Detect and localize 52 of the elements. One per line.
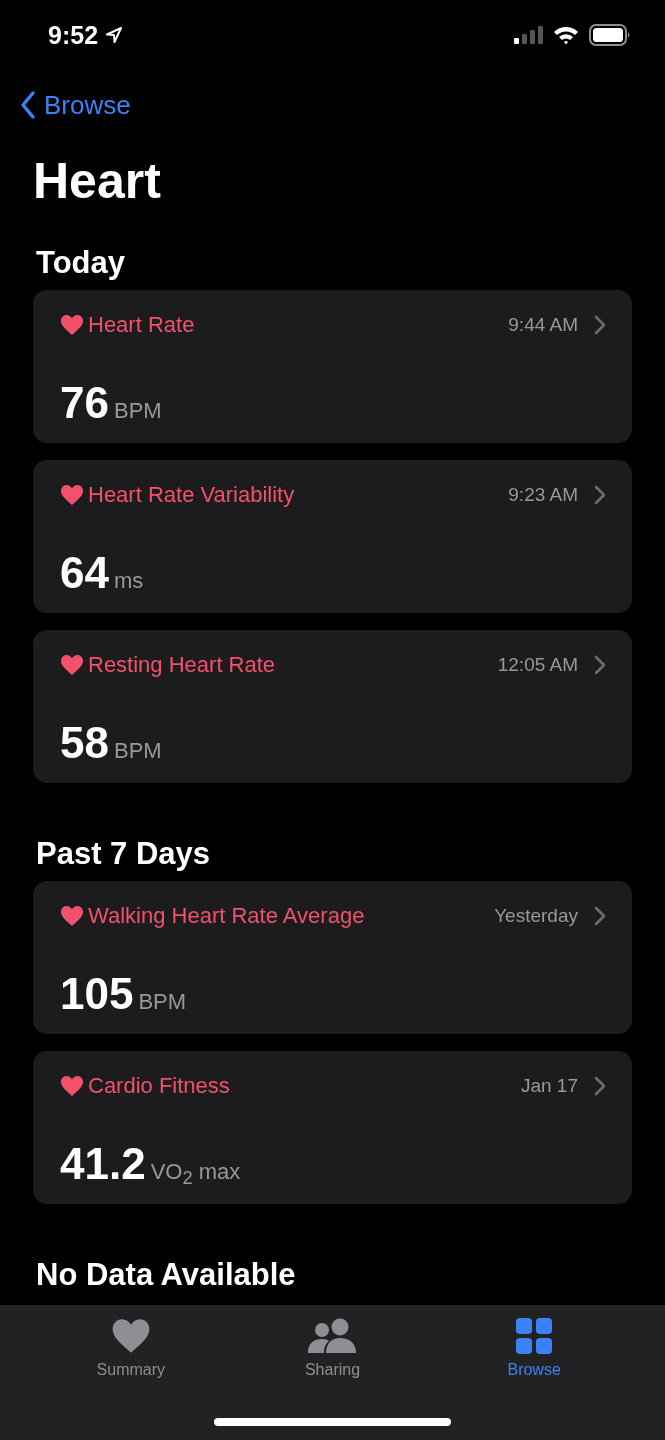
- metric-title: Walking Heart Rate Average: [88, 903, 366, 929]
- metric-time: Jan 17: [520, 1075, 578, 1097]
- section-title: No Data Available: [35, 1256, 297, 1294]
- heart-icon: [110, 1317, 151, 1355]
- metric-value: 41.2: [60, 1139, 146, 1189]
- metric-card[interactable]: Heart Rate 9:44 AM 76 BPM: [33, 290, 632, 443]
- metric-title: Heart Rate: [88, 312, 196, 338]
- location-arrow-icon: [104, 25, 125, 45]
- back-link[interactable]: Browse: [20, 89, 131, 121]
- heart-icon: [60, 654, 84, 676]
- metric-unit: VO$_{2}$ max: [150, 1159, 241, 1190]
- metric-card[interactable]: Heart Rate Variability 9:23 AM 64 ms: [33, 460, 632, 613]
- section-title: Today: [35, 244, 126, 282]
- metric-unit: BPM: [113, 738, 162, 764]
- heart-icon: [60, 905, 84, 927]
- heart-icon: [60, 1075, 84, 1097]
- tab[interactable]: Sharing: [257, 1313, 408, 1383]
- status-time: 9:52: [48, 20, 99, 50]
- heart-icon: [60, 314, 84, 336]
- metric-unit: ms: [113, 568, 144, 594]
- metric-unit: BPM: [113, 398, 162, 424]
- chevron-icon: [594, 655, 606, 675]
- tab[interactable]: Summary: [55, 1313, 206, 1383]
- section-title: Past 7 Days: [35, 835, 212, 873]
- wifi-icon: [553, 25, 579, 45]
- metric-value: 76: [60, 378, 109, 428]
- metric-title: Resting Heart Rate: [88, 652, 277, 678]
- metric-time: Yesterday: [494, 905, 578, 927]
- tab[interactable]: Browse: [459, 1313, 610, 1383]
- metric-time: 12:05 AM: [497, 654, 578, 676]
- heart-icon: [60, 484, 84, 506]
- people-icon: [306, 1317, 359, 1355]
- chevron-icon: [594, 1076, 606, 1096]
- chevron-icon: [594, 485, 606, 505]
- metric-time: 9:44 AM: [508, 314, 578, 336]
- metric-value: 58: [60, 718, 109, 768]
- grid-icon: [516, 1317, 553, 1355]
- metric-value: 105: [60, 969, 134, 1019]
- metric-value: 64: [60, 548, 109, 598]
- metric-title: Heart Rate Variability: [88, 482, 296, 508]
- metric-time: 9:23 AM: [508, 484, 578, 506]
- chevron-left-icon: [20, 91, 36, 119]
- chevron-icon: [594, 315, 606, 335]
- metric-card[interactable]: Resting Heart Rate 12:05 AM 58 BPM: [33, 630, 632, 783]
- metric-unit: BPM: [138, 989, 187, 1015]
- metric-card[interactable]: Cardio Fitness Jan 17 41.2 VO$_{2}$ max: [33, 1051, 632, 1204]
- metric-card[interactable]: Walking Heart Rate Average Yesterday 105 BPM: [33, 881, 632, 1034]
- battery-icon: [589, 24, 631, 46]
- chevron-icon: [594, 906, 606, 926]
- page-title: Heart: [32, 152, 162, 211]
- signal-icon: [513, 25, 543, 45]
- metric-title: Cardio Fitness: [88, 1073, 231, 1099]
